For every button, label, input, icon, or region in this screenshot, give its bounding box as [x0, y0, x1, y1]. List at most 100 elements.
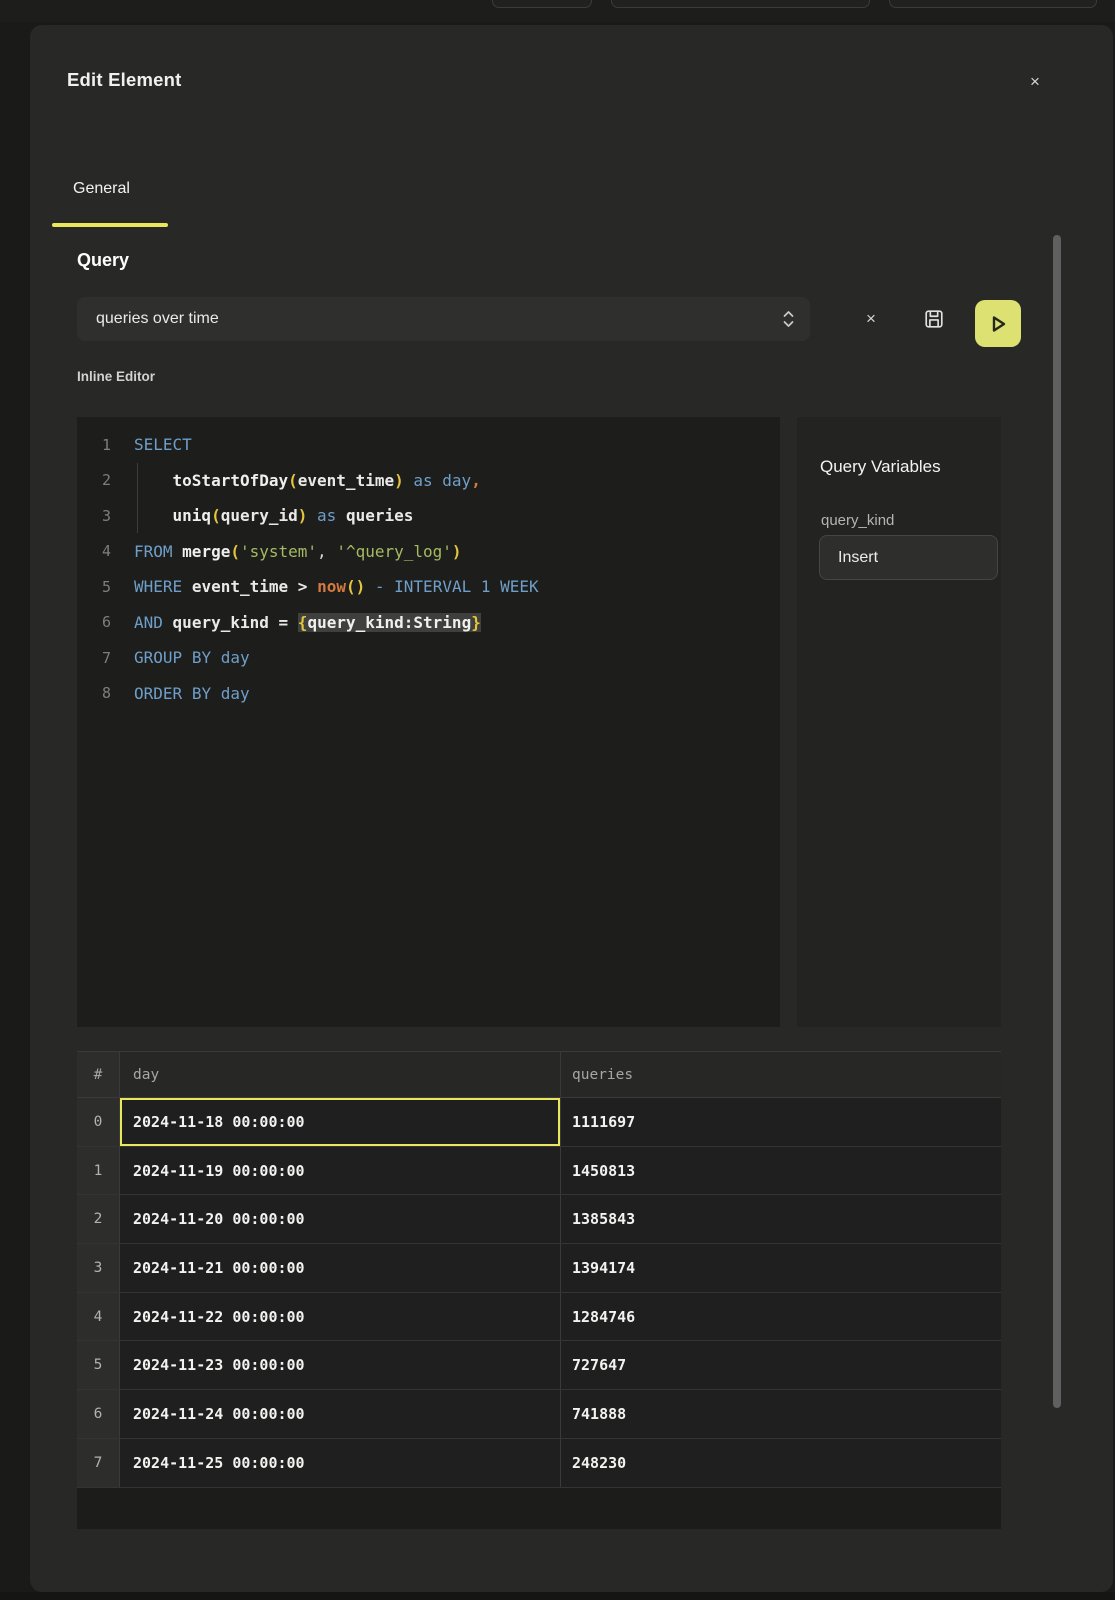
column-header-queries[interactable]: queries	[560, 1052, 1001, 1097]
code-token: 'system'	[240, 542, 317, 561]
code-token	[134, 471, 173, 490]
row-index-cell[interactable]: 2	[77, 1195, 119, 1243]
code-token: =	[279, 613, 289, 632]
code-token: )	[298, 506, 308, 525]
code-token: '^query_log'	[336, 542, 452, 561]
line-text: GROUP BY day	[134, 648, 250, 667]
code-token: query_kind:String	[307, 613, 471, 632]
row-index-cell[interactable]: 4	[77, 1293, 119, 1341]
queries-cell[interactable]: 727647	[560, 1341, 1001, 1389]
line-number: 5	[77, 578, 111, 596]
table-row[interactable]: 22024-11-20 00:00:001385843	[77, 1195, 1001, 1244]
code-token: BY	[192, 648, 211, 667]
row-index-cell[interactable]: 3	[77, 1244, 119, 1292]
day-cell[interactable]: 2024-11-25 00:00:00	[119, 1439, 560, 1487]
day-cell[interactable]: 2024-11-21 00:00:00	[119, 1244, 560, 1292]
code-token	[365, 577, 375, 596]
table-row[interactable]: 52024-11-23 00:00:00727647	[77, 1341, 1001, 1390]
code-token: {	[298, 613, 308, 632]
background-toolbar	[0, 0, 1115, 22]
code-token: queries	[346, 506, 413, 525]
code-token	[385, 577, 395, 596]
code-token: GROUP	[134, 648, 182, 667]
table-row[interactable]: 12024-11-19 00:00:001450813	[77, 1147, 1001, 1196]
code-token	[182, 648, 192, 667]
day-cell[interactable]: 2024-11-20 00:00:00	[119, 1195, 560, 1243]
table-row[interactable]: 42024-11-22 00:00:001284746	[77, 1293, 1001, 1342]
code-token: 1	[481, 577, 491, 596]
queries-cell[interactable]: 1385843	[560, 1195, 1001, 1243]
line-number: 2	[77, 471, 111, 489]
play-icon	[984, 310, 1012, 338]
code-line[interactable]: 7 GROUP BY day	[77, 640, 780, 676]
vertical-scrollbar[interactable]	[1053, 235, 1061, 1408]
dialog-title: Edit Element	[67, 69, 181, 91]
edit-element-dialog: Edit Element × General Query queries ove…	[30, 25, 1113, 1592]
queries-cell[interactable]: 1394174	[560, 1244, 1001, 1292]
code-token	[182, 577, 192, 596]
code-token: (	[230, 542, 240, 561]
row-index-cell[interactable]: 5	[77, 1341, 119, 1389]
queries-cell[interactable]: 248230	[560, 1439, 1001, 1487]
clear-query-button[interactable]: ×	[857, 305, 885, 333]
variable-name: query_kind	[821, 512, 894, 529]
close-icon[interactable]: ×	[1020, 67, 1050, 97]
table-row[interactable]: 62024-11-24 00:00:00741888	[77, 1390, 1001, 1439]
code-token: AND	[134, 613, 163, 632]
insert-variable-button[interactable]: Insert	[819, 535, 998, 580]
table-row[interactable]: 02024-11-18 00:00:001111697	[77, 1098, 1001, 1147]
query-select[interactable]: queries over time	[77, 297, 810, 341]
code-token: query_id	[221, 506, 298, 525]
table-row[interactable]: 72024-11-25 00:00:00248230	[77, 1439, 1001, 1488]
line-number: 1	[77, 436, 111, 454]
code-token	[404, 471, 414, 490]
line-text: toStartOfDay(event_time) as day,	[134, 471, 481, 490]
row-index-cell[interactable]: 1	[77, 1147, 119, 1195]
code-line[interactable]: 8ORDER BY day	[77, 676, 780, 712]
code-token	[288, 577, 298, 596]
day-cell[interactable]: 2024-11-22 00:00:00	[119, 1293, 560, 1341]
save-query-button[interactable]	[920, 305, 948, 333]
code-token: event_time	[298, 471, 394, 490]
code-token	[491, 577, 501, 596]
results-rows: 02024-11-18 00:00:00111169712024-11-19 0…	[77, 1098, 1001, 1488]
column-header-index[interactable]: #	[77, 1052, 119, 1097]
sql-code-editor[interactable]: 1SELECT2 toStartOfDay(event_time) as day…	[77, 417, 780, 1027]
code-line[interactable]: 3 uniq(query_id) as queries	[77, 498, 780, 534]
line-number: 7	[77, 649, 111, 667]
queries-cell[interactable]: 1111697	[560, 1098, 1001, 1146]
table-row[interactable]: 32024-11-21 00:00:001394174	[77, 1244, 1001, 1293]
run-query-button[interactable]	[975, 300, 1021, 347]
code-token: WEEK	[500, 577, 539, 596]
code-token	[269, 613, 279, 632]
queries-cell[interactable]: 1450813	[560, 1147, 1001, 1195]
inline-editor-label: Inline Editor	[77, 369, 155, 384]
day-cell[interactable]: 2024-11-23 00:00:00	[119, 1341, 560, 1389]
day-cell[interactable]: 2024-11-24 00:00:00	[119, 1390, 560, 1438]
row-index-cell[interactable]: 6	[77, 1390, 119, 1438]
code-line[interactable]: 1SELECT	[77, 427, 780, 463]
close-icon: ×	[866, 309, 876, 329]
code-line[interactable]: 4FROM merge('system', '^query_log')	[77, 534, 780, 570]
code-token: merge	[182, 542, 230, 561]
queries-cell[interactable]: 1284746	[560, 1293, 1001, 1341]
day-cell[interactable]: 2024-11-18 00:00:00	[119, 1098, 560, 1146]
row-index-cell[interactable]: 7	[77, 1439, 119, 1487]
code-token: INTERVAL	[394, 577, 471, 596]
code-line[interactable]: 6AND query_kind = {query_kind:String}	[77, 605, 780, 641]
indent-guide	[137, 463, 138, 533]
code-token	[307, 506, 317, 525]
code-line[interactable]: 5WHERE event_time > now() - INTERVAL 1 W…	[77, 569, 780, 605]
day-cell[interactable]: 2024-11-19 00:00:00	[119, 1147, 560, 1195]
code-token: uniq	[173, 506, 212, 525]
background-toolbar-button	[492, 0, 592, 8]
query-variables-panel: Query Variables query_kind Insert	[797, 417, 1001, 1027]
code-token	[288, 613, 298, 632]
row-index-cell[interactable]: 0	[77, 1098, 119, 1146]
tab-general[interactable]: General	[73, 180, 130, 198]
background-toolbar-button	[611, 0, 870, 8]
code-token: as	[413, 471, 432, 490]
column-header-day[interactable]: day	[119, 1052, 560, 1097]
queries-cell[interactable]: 741888	[560, 1390, 1001, 1438]
code-line[interactable]: 2 toStartOfDay(event_time) as day,	[77, 463, 780, 499]
